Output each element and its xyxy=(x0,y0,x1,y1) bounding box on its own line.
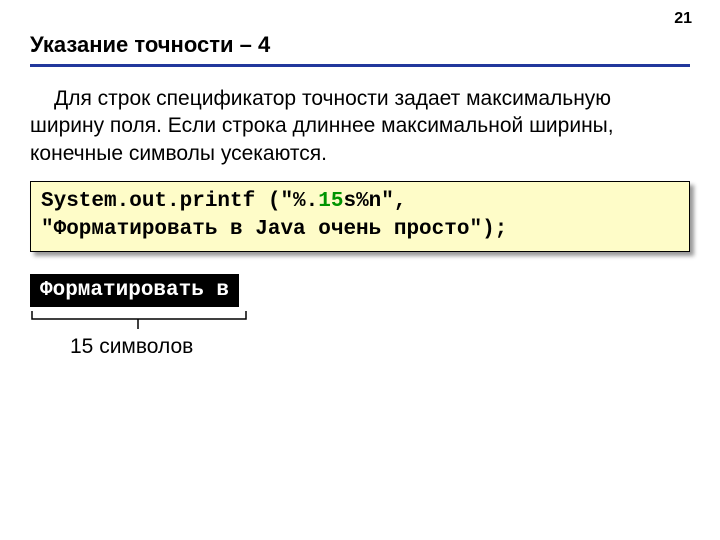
body-paragraph: Для строк спецификатор точности задает м… xyxy=(30,85,690,167)
paragraph-text: Для строк спецификатор точности задает м… xyxy=(30,87,614,165)
title-underline xyxy=(30,64,690,67)
code-block: System.out.printf ("%.15s%n", "Форматиро… xyxy=(30,181,690,252)
code-line2: "Форматировать в Java очень просто"); xyxy=(41,218,507,241)
bracket xyxy=(30,309,690,331)
bracket-icon xyxy=(30,309,250,331)
bracket-caption: 15 символов xyxy=(70,335,690,359)
page-number: 21 xyxy=(674,10,692,28)
output-block: Форматировать в xyxy=(30,274,239,307)
slide-title: Указание точности – 4 xyxy=(30,32,690,58)
code-pre: System.out.printf ("%. xyxy=(41,190,318,213)
code-post: s%n", xyxy=(343,190,406,213)
code-highlight: 15 xyxy=(318,190,343,213)
